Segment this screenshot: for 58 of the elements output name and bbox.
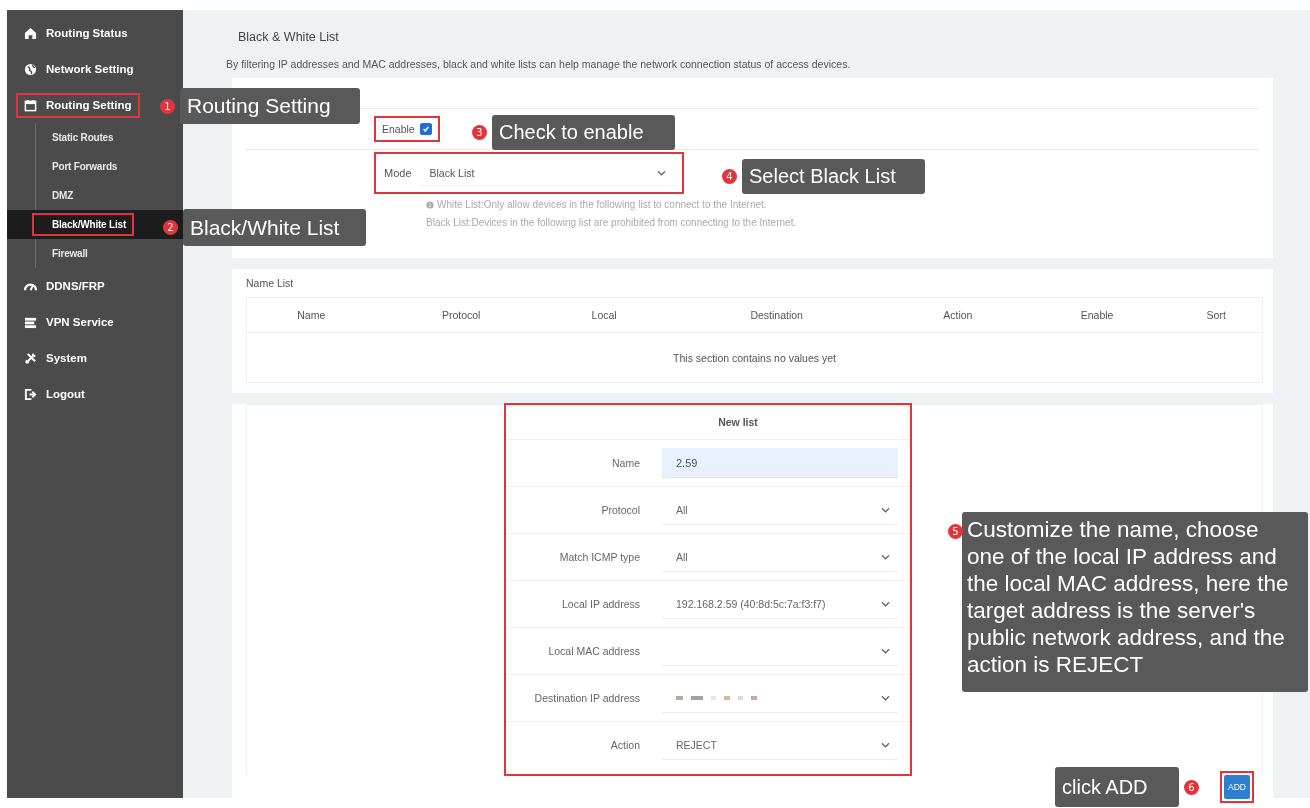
home-icon (24, 26, 37, 40)
add-button[interactable]: ADD (1224, 775, 1250, 799)
column-header: Sort (1170, 297, 1263, 333)
page-description: By filtering IP addresses and MAC addresses, black and white lists can help manage the network connection status of access devices. (226, 58, 852, 70)
callout-bubble: Customize the name, choose one of the local IP address and the local MAC address, here the target address is the server's public network address, and the action is REJECT (962, 512, 1308, 692)
sidebar-subitem[interactable]: Black/White List (34, 215, 133, 234)
enable-checkbox[interactable]: Enable (376, 118, 438, 140)
sidebar-item[interactable]: Routing Setting (18, 94, 138, 116)
field-label: Destination IP address (533, 692, 640, 704)
column-header: Name (246, 297, 376, 333)
name-input[interactable]: 2.59 (662, 448, 898, 478)
sidebar-subitem[interactable]: DMZ (34, 186, 80, 205)
sidebar-item[interactable]: Network Setting (18, 58, 140, 80)
sidebar-subitem[interactable]: Static Routes (34, 128, 120, 147)
column-header: Local (546, 297, 662, 333)
field-label: Local IP address (560, 598, 640, 610)
logout-icon (24, 387, 37, 401)
sidebar-item[interactable]: Logout (18, 383, 91, 405)
info-icon (426, 201, 434, 209)
page-title: Black & White List (238, 30, 340, 44)
mode-label: Mode (384, 167, 412, 179)
sidebar-item[interactable]: Routing Status (18, 22, 134, 44)
chevron-down-icon (881, 553, 890, 560)
chevron-down-icon (881, 741, 890, 748)
sidebar-subitem[interactable]: Firewall (34, 244, 94, 263)
field-label: Match ICMP type (558, 551, 640, 563)
callout-bubble: Routing Setting (180, 88, 360, 124)
field-label: Local MAC address (547, 645, 640, 657)
column-header: Action (891, 297, 1024, 333)
globe-icon (24, 62, 37, 76)
chevron-down-icon (881, 506, 890, 513)
callout-bubble: Black/White List (183, 209, 366, 246)
sidebar-item[interactable]: System (18, 347, 93, 369)
calendar-icon (24, 98, 37, 112)
empty-message: This section contains no values yet (246, 332, 1263, 383)
callout-bubble: click ADD (1055, 767, 1179, 807)
section-title: Name List (246, 277, 295, 289)
tools-icon (24, 351, 37, 365)
chevron-down-icon (881, 647, 890, 654)
mode-hint: Black List:Devices in the following list are prohibited from connecting to the Internet. (426, 216, 797, 230)
form-title: New list (717, 415, 759, 430)
server-icon (24, 315, 37, 329)
chevron-down-icon (657, 169, 666, 176)
sidebar-subitem[interactable]: Port Forwards (34, 157, 124, 176)
field-label: Action (609, 739, 640, 751)
checkbox[interactable] (419, 123, 432, 135)
column-header: Enable (1023, 297, 1171, 333)
sidebar-item[interactable]: DDNS/FRP (18, 275, 111, 297)
mode-hint: White List:Only allow devices in the following list to connect to the Internet. (437, 198, 767, 212)
field-label: Name (611, 457, 640, 469)
column-header: Destination (661, 297, 892, 333)
callout-bubble: Check to enable (492, 115, 675, 150)
chevron-down-icon (881, 600, 890, 607)
callout-bubble: Select Black List (742, 159, 925, 194)
field-label: Protocol (600, 504, 640, 516)
sidebar-item[interactable]: VPN Service (18, 311, 120, 333)
chevron-down-icon (881, 694, 890, 701)
column-header: Protocol (375, 297, 547, 333)
